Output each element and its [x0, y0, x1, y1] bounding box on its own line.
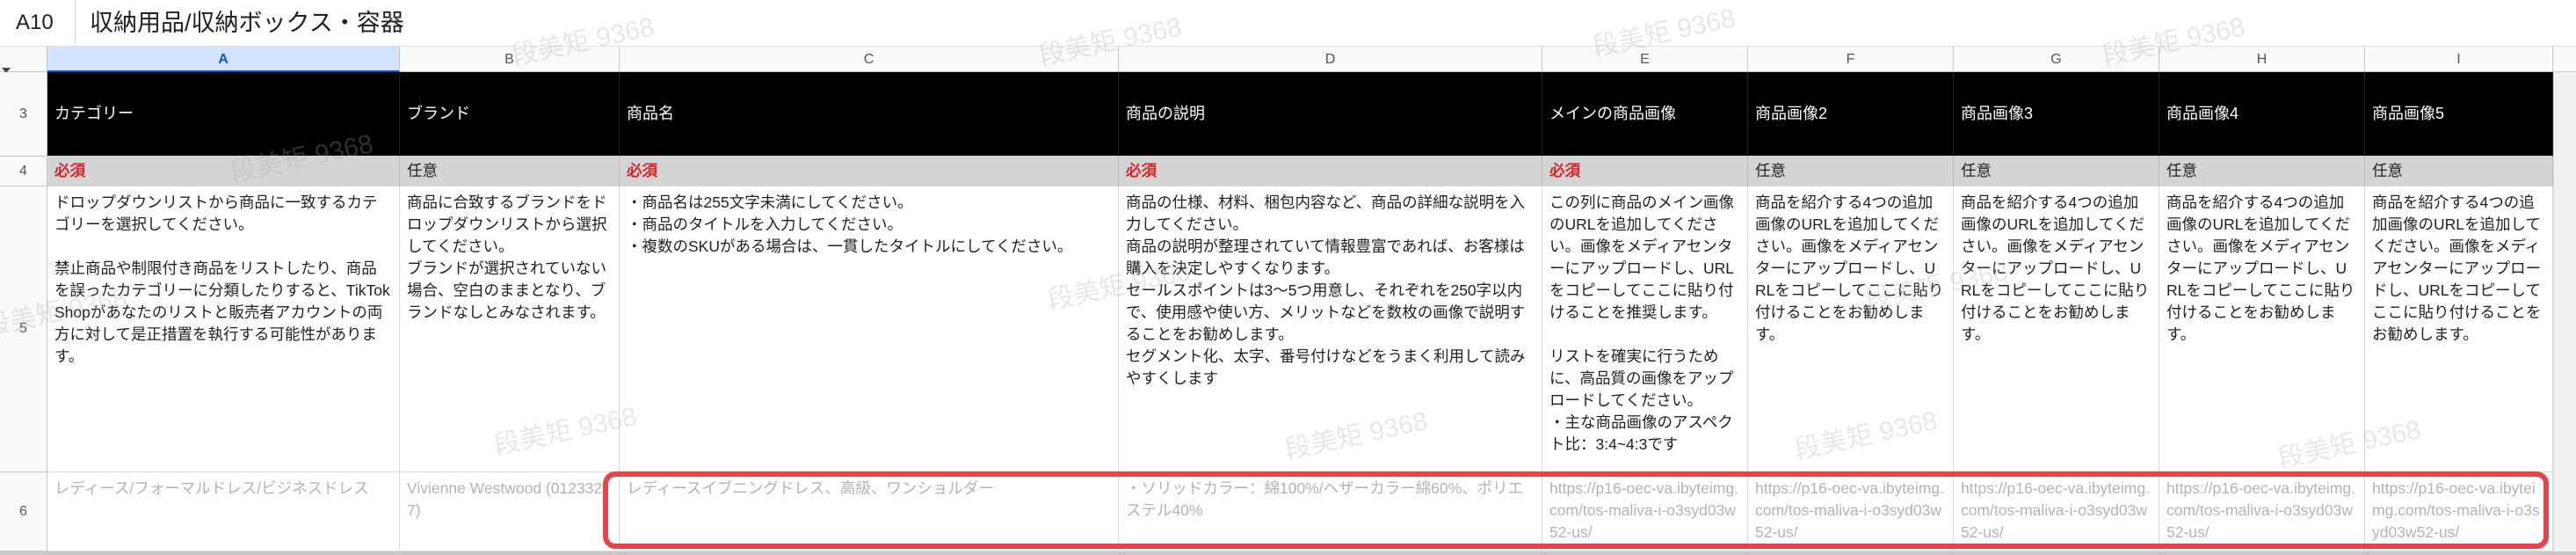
- row-header-5[interactable]: 5: [0, 186, 47, 472]
- cell-d3[interactable]: 商品の説明: [1119, 72, 1542, 157]
- cell-e3[interactable]: メインの商品画像: [1542, 72, 1748, 157]
- cell-a3[interactable]: カテゴリー: [47, 72, 400, 157]
- column-header-strip: A B C D E F G H I: [0, 46, 2576, 73]
- cell-c4[interactable]: 必須: [620, 157, 1119, 186]
- cell-h3[interactable]: 商品画像4: [2159, 72, 2365, 157]
- cell-e4[interactable]: 必須: [1542, 157, 1748, 186]
- cell-d4[interactable]: 必須: [1119, 157, 1542, 186]
- cell-g3[interactable]: 商品画像3: [1954, 72, 2159, 157]
- cell-i4[interactable]: 任意: [2365, 157, 2553, 186]
- row-header-3[interactable]: 3: [0, 72, 47, 157]
- cell-c3[interactable]: 商品名: [620, 72, 1119, 157]
- column-header-i[interactable]: I: [2365, 47, 2553, 72]
- cell-d5[interactable]: 商品の仕様、材料、梱包内容など、商品の詳細な説明を入力してください。 商品の説明…: [1119, 186, 1542, 472]
- column-header-e[interactable]: E: [1542, 47, 1748, 72]
- cell-c6[interactable]: レディースイブニングドレス、高級、ワンショルダー: [620, 472, 1119, 551]
- cell-i6[interactable]: https://p16-oec-va.ibyteimg.com/tos-mali…: [2365, 472, 2553, 551]
- cell-g6[interactable]: https://p16-oec-va.ibyteimg.com/tos-mali…: [1954, 472, 2159, 551]
- row-header-6[interactable]: 6: [0, 472, 47, 551]
- cell-b6[interactable]: Vivienne Westwood (0123327): [400, 472, 620, 551]
- cell-i5[interactable]: 商品を紹介する4つの追加画像のURLを追加してください。画像をメディアセンターに…: [2365, 186, 2553, 472]
- cell-a6[interactable]: レディース/フォーマルドレス/ビジネスドレス: [47, 472, 400, 551]
- vertical-scrollbar[interactable]: [2553, 72, 2576, 555]
- cell-f6[interactable]: https://p16-oec-va.ibyteimg.com/tos-mali…: [1748, 472, 1954, 551]
- formula-input[interactable]: 収納用品/収納ボックス・容器: [90, 0, 404, 46]
- cell-a4[interactable]: 必須: [47, 157, 400, 186]
- cell-h4[interactable]: 任意: [2159, 157, 2365, 186]
- cell-b3[interactable]: ブランド: [400, 72, 620, 157]
- select-all-corner[interactable]: [0, 47, 47, 73]
- cell-e6[interactable]: https://p16-oec-va.ibyteimg.com/tos-mali…: [1542, 472, 1748, 551]
- column-header-a[interactable]: A: [47, 47, 400, 72]
- column-header-c[interactable]: C: [620, 47, 1119, 72]
- column-header-f[interactable]: F: [1748, 47, 1954, 72]
- cell-g4[interactable]: 任意: [1954, 157, 2159, 186]
- cell-c5[interactable]: ・商品名は255文字未満にしてください。 ・商品のタイトルを入力してください。 …: [620, 186, 1119, 472]
- cell-h6[interactable]: https://p16-oec-va.ibyteimg.com/tos-mali…: [2159, 472, 2365, 551]
- cell-b5[interactable]: 商品に合致するブランドをドロップダウンリストから選択してください。 ブランドが選…: [400, 186, 620, 472]
- cell-f3[interactable]: 商品画像2: [1748, 72, 1954, 157]
- grid-bottom-edge: [0, 551, 2576, 555]
- cell-d6[interactable]: ・ソリッドカラー：綿100%/ヘザーカラー綿60%、ポリエステル40%: [1119, 472, 1542, 551]
- formula-bar: A10 収納用品/収納ボックス・容器: [0, 0, 2576, 47]
- cell-f5[interactable]: 商品を紹介する4つの追加画像のURLを追加してください。画像をメディアセンターに…: [1748, 186, 1954, 472]
- column-header-g[interactable]: G: [1954, 47, 2159, 72]
- row-header-4[interactable]: 4: [0, 157, 47, 186]
- cell-f4[interactable]: 任意: [1748, 157, 1954, 186]
- cell-h5[interactable]: 商品を紹介する4つの追加画像のURLを追加してください。画像をメディアセンターに…: [2159, 186, 2365, 472]
- column-header-b[interactable]: B: [400, 47, 620, 72]
- cell-e5[interactable]: この列に商品のメイン画像のURLを追加してください。画像をメディアセンターにアッ…: [1542, 186, 1748, 472]
- cell-b4[interactable]: 任意: [400, 157, 620, 186]
- cell-g5[interactable]: 商品を紹介する4つの追加画像のURLを追加してください。画像をメディアセンターに…: [1954, 186, 2159, 472]
- cell-i3[interactable]: 商品画像5: [2365, 72, 2553, 157]
- name-box[interactable]: A10: [0, 0, 76, 46]
- column-header-d[interactable]: D: [1119, 47, 1542, 72]
- cell-a5[interactable]: ドロップダウンリストから商品に一致するカテゴリーを選択してください。 禁止商品や…: [47, 186, 400, 472]
- column-header-h[interactable]: H: [2159, 47, 2365, 72]
